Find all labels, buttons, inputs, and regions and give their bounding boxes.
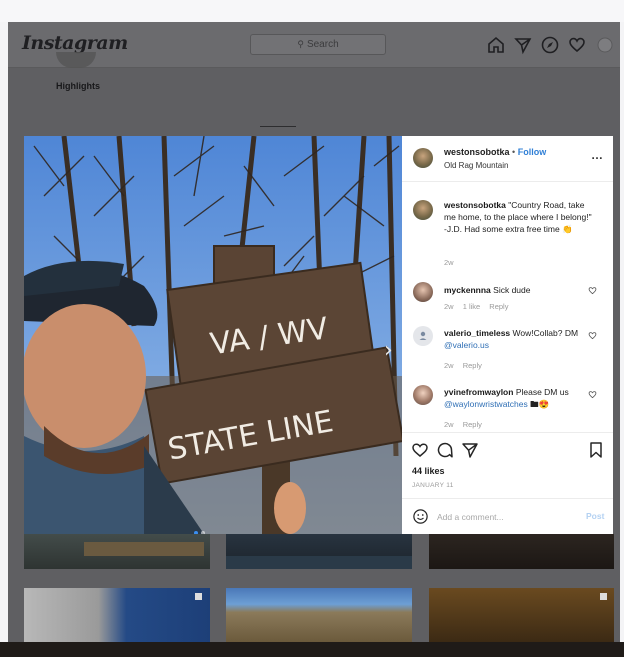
comment-username[interactable]: valerio_timeless (444, 328, 510, 338)
emoji-smiley-icon[interactable] (412, 508, 429, 525)
caption-body-2: -J.D. Had some extra free time (444, 224, 560, 234)
multiple-photos-icon (195, 593, 202, 600)
comment-text: Sick dude (493, 285, 531, 295)
save-bookmark-icon[interactable] (587, 441, 605, 459)
author-username[interactable]: westonsobotka (444, 147, 510, 157)
bottom-bar (0, 642, 624, 657)
comment-meta: 2w Reply (444, 420, 489, 429)
commenter-avatar[interactable] (413, 326, 433, 346)
comment-meta: 2w 1 like Reply (444, 302, 515, 311)
comment: yvinefromwaylon Please DM us @waylonwris… (444, 386, 594, 410)
grid-post-thumbnail[interactable] (226, 588, 412, 642)
comment-like-heart-icon[interactable] (588, 390, 597, 399)
comment-like-heart-icon[interactable] (588, 286, 597, 295)
post-location[interactable]: Old Rag Mountain (444, 161, 508, 170)
comment: valerio_timeless Wow!Collab? DM @valerio… (444, 327, 594, 351)
comment-time: 2w (444, 302, 454, 311)
caption-emoji: 👏 (562, 224, 573, 234)
highlights-label: Highlights (56, 81, 100, 91)
grid-post-thumbnail[interactable] (24, 588, 210, 642)
caption-meta: 2w (444, 258, 461, 267)
post-header: westonsobotka • Follow Old Rag Mountain … (402, 136, 613, 182)
search-icon: ⚲ (297, 39, 304, 49)
comment-reply-link[interactable]: Reply (489, 302, 508, 311)
grid-post-thumbnail[interactable] (226, 534, 412, 569)
post-photo[interactable]: VA / WV STATE LINE ‹ › (24, 136, 402, 534)
post-details-panel: westonsobotka • Follow Old Rag Mountain … (402, 136, 613, 534)
caption-text: westonsobotka "Country Road, take me hom… (444, 199, 594, 235)
caption-username[interactable]: westonsobotka (444, 200, 506, 210)
comment: myckennna Sick dude (444, 284, 594, 296)
comment-text: Wow!Collab? DM (512, 328, 579, 338)
comment-time: 2w (444, 420, 454, 429)
comment-mention-link[interactable]: @valerio.us (444, 340, 489, 350)
like-heart-icon[interactable] (411, 441, 429, 459)
post-modal: VA / WV STATE LINE ‹ › westonsobotka • (24, 136, 614, 534)
comment-text: Please DM us (515, 387, 569, 397)
commenter-avatar[interactable] (413, 282, 433, 302)
comment-like-heart-icon[interactable] (588, 331, 597, 340)
comment-time: 2w (444, 361, 454, 370)
instagram-page: Instagram ⚲ Search Highlights VA / WV ST… (8, 22, 620, 642)
comment-username[interactable]: yvinefromwaylon (444, 387, 513, 397)
carousel-dots (194, 522, 208, 534)
profile-avatar-icon[interactable] (595, 35, 615, 55)
home-icon[interactable] (486, 35, 506, 55)
instagram-logo[interactable]: Instagram (22, 32, 128, 54)
commenter-avatar[interactable] (413, 385, 433, 405)
tab-indicator (260, 126, 296, 127)
comment-reply-link[interactable]: Reply (463, 420, 482, 429)
comment-meta: 2w Reply (444, 361, 489, 370)
search-box[interactable]: ⚲ Search (250, 34, 386, 55)
comment-reply-link[interactable]: Reply (463, 361, 482, 370)
add-comment-input[interactable] (437, 510, 567, 524)
author-username-row: westonsobotka • Follow (444, 147, 546, 157)
comment-bubble-icon[interactable] (436, 441, 454, 459)
post-actions: 44 likes JANUARY 11 (402, 432, 613, 496)
likes-count[interactable]: 44 likes (412, 466, 445, 476)
activity-heart-icon[interactable] (567, 35, 587, 55)
author-avatar[interactable] (413, 148, 433, 168)
explore-compass-icon[interactable] (540, 35, 560, 55)
search-placeholder: Search (306, 39, 339, 50)
multiple-photos-icon (600, 593, 607, 600)
separator-dot: • (512, 147, 516, 157)
top-nav-bar: Instagram ⚲ Search (8, 22, 620, 68)
caption-author-avatar[interactable] (413, 200, 433, 220)
next-photo-arrow[interactable]: › (384, 338, 393, 363)
comment-username[interactable]: myckennna (444, 285, 491, 295)
browser-top-strip (0, 0, 624, 22)
grid-post-thumbnail[interactable] (24, 534, 210, 569)
post-date: JANUARY 11 (412, 482, 454, 489)
direct-send-icon[interactable] (513, 35, 533, 55)
more-options-icon[interactable]: … (591, 148, 604, 162)
default-user-icon (419, 331, 427, 340)
comment-like-count[interactable]: 1 like (463, 302, 481, 311)
share-send-icon[interactable] (461, 441, 479, 459)
comment-emoji: 🖿😍 (530, 399, 550, 409)
comment-mention-link[interactable]: @waylonwristwatches (444, 399, 528, 409)
grid-post-thumbnail[interactable] (429, 588, 614, 642)
caption-time: 2w (444, 258, 454, 267)
selfie-photo-illustration: VA / WV STATE LINE (24, 136, 402, 534)
follow-button[interactable]: Follow (518, 147, 547, 157)
post-comment-button[interactable]: Post (586, 511, 604, 521)
grid-post-thumbnail[interactable] (429, 534, 614, 569)
add-comment-row: Post (402, 498, 613, 534)
